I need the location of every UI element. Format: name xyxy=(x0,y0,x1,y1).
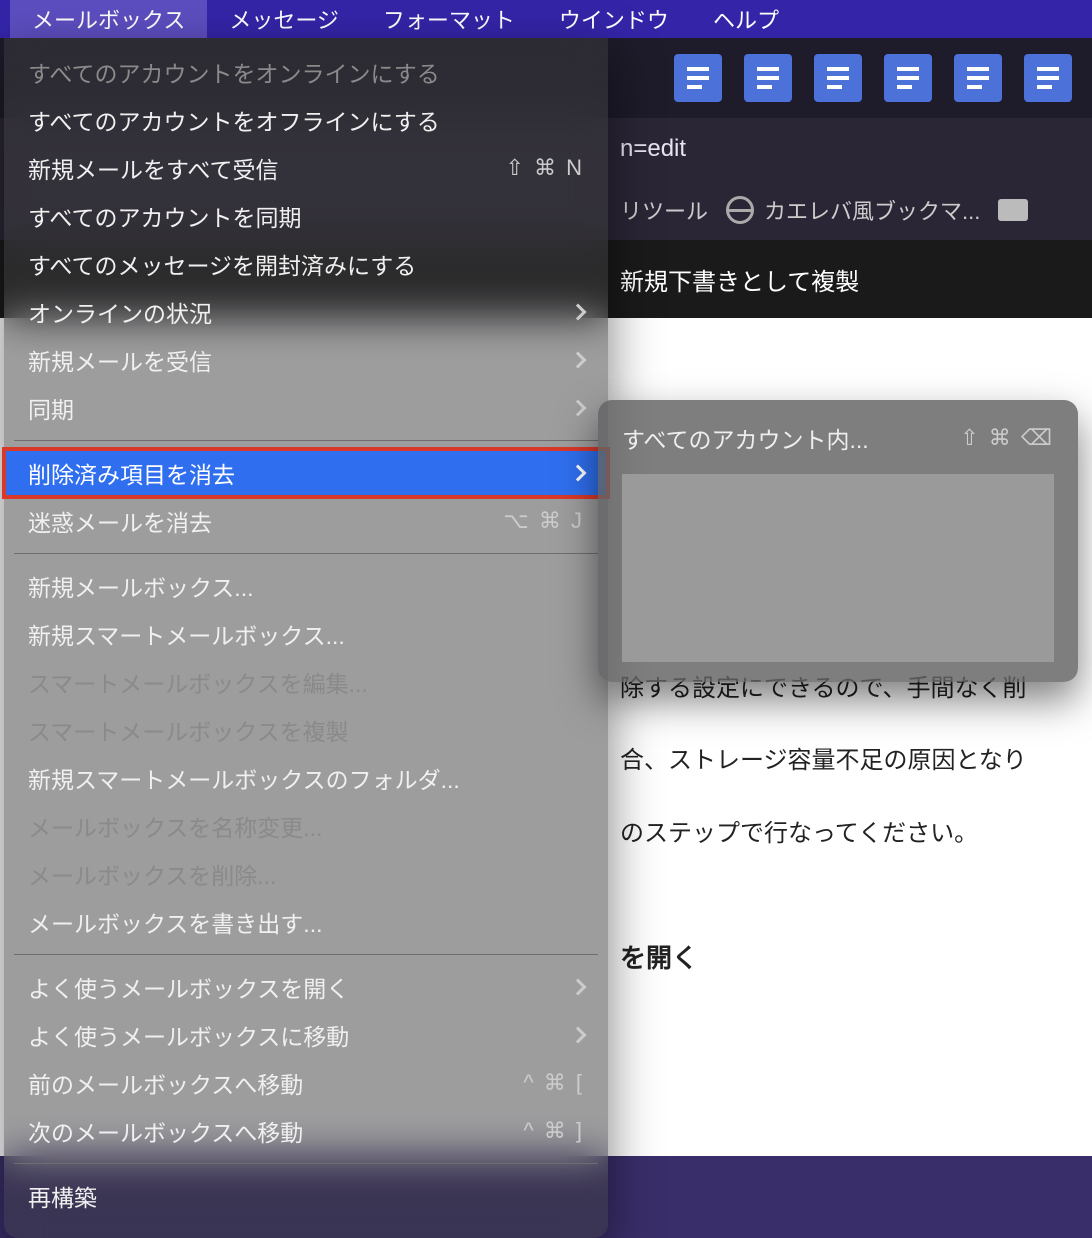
tab-icon[interactable] xyxy=(674,54,722,102)
menuitem-label: すべてのアカウント内... xyxy=(622,421,869,455)
menuitem[interactable]: 迷惑メールを消去 ⌥ ⌘ J xyxy=(4,497,608,545)
chevron-right-icon xyxy=(570,1027,587,1044)
menuitem[interactable]: すべてのアカウントをオフラインにする xyxy=(4,96,608,144)
submenu-all-accounts[interactable]: すべてのアカウント内... ⇧ ⌘ ⌫ xyxy=(598,414,1078,462)
menuitem-shortcut: ^ ⌘ [ xyxy=(523,1070,584,1096)
menuitem-label: 同期 xyxy=(28,391,74,425)
menu-separator xyxy=(14,440,598,441)
menuitem-label: すべてのメッセージを開封済みにする xyxy=(28,247,416,281)
bookmark-label: リツール xyxy=(620,194,708,226)
menuitem[interactable]: よく使うメールボックスを開く xyxy=(4,963,608,1011)
menu-help[interactable]: ヘルプ xyxy=(691,0,801,41)
bookmark-tool[interactable]: リツール xyxy=(620,194,708,226)
menuitem-label: メールボックスを書き出す... xyxy=(28,905,322,939)
menuitem-shortcut: ⇧ ⌘ N xyxy=(505,155,584,181)
menuitem-label: スマートメールボックスを複製 xyxy=(28,713,349,747)
menubar: メールボックス メッセージ フォーマット ウインドウ ヘルプ xyxy=(0,0,1092,38)
menuitem-label: メールボックスを削除... xyxy=(28,857,276,891)
page-title: 新規下書きとして複製 xyxy=(620,262,859,297)
menuitem[interactable]: オンラインの状況 xyxy=(4,288,608,336)
menuitem-label: 迷惑メールを消去 xyxy=(28,504,212,538)
menuitem[interactable]: 新規スマートメールボックスのフォルダ... xyxy=(4,754,608,802)
menuitem-label: 削除済み項目を消去 xyxy=(28,456,235,490)
menu-window[interactable]: ウインドウ xyxy=(537,0,691,41)
menuitem[interactable]: よく使うメールボックスに移動 xyxy=(4,1011,608,1059)
menuitem-label: よく使うメールボックスを開く xyxy=(28,970,349,1004)
menuitem: スマートメールボックスを編集... xyxy=(4,658,608,706)
content-heading: を開く xyxy=(620,925,1092,993)
bookmark-label: カエレバ風ブックマ... xyxy=(764,194,980,226)
chevron-right-icon xyxy=(570,400,587,417)
menuitem-label: 新規スマートメールボックス... xyxy=(28,617,345,651)
menuitem-shortcut: ⇧ ⌘ ⌫ xyxy=(960,425,1054,451)
menuitem[interactable]: 前のメールボックスへ移動 ^ ⌘ [ xyxy=(4,1059,608,1107)
url-fragment: n=edit xyxy=(620,135,686,163)
menuitem: メールボックスを削除... xyxy=(4,850,608,898)
menuitem-label: すべてのアカウントをオンラインにする xyxy=(28,55,440,89)
menu-separator xyxy=(14,1163,598,1164)
menuitem[interactable]: 再構築 xyxy=(4,1172,608,1220)
menuitem[interactable]: すべてのメッセージを開封済みにする xyxy=(4,240,608,288)
chevron-right-icon xyxy=(570,352,587,369)
bookmark-kaereba[interactable]: カエレバ風ブックマ... xyxy=(726,194,980,226)
tab-icon[interactable] xyxy=(814,54,862,102)
chevron-right-icon xyxy=(570,979,587,996)
menuitem-label: 新規メールを受信 xyxy=(28,343,212,377)
menuitem-label: 新規メールボックス... xyxy=(28,569,253,603)
menuitem: メールボックスを名称変更... xyxy=(4,802,608,850)
content-line: 合、ストレージ容量不足の原因となり xyxy=(620,730,1092,792)
menuitem-label: すべてのアカウントを同期 xyxy=(28,199,301,233)
tab-icon[interactable] xyxy=(954,54,1002,102)
menuitem[interactable]: 新規メールを受信 xyxy=(4,336,608,384)
content-line: のステップで行なってください。 xyxy=(620,803,1092,865)
menu-separator xyxy=(14,954,598,955)
globe-icon xyxy=(726,196,754,224)
chevron-right-icon xyxy=(570,465,587,482)
menuitem[interactable]: 新規メールボックス... xyxy=(4,562,608,610)
menuitem: すべてのアカウントをオンラインにする xyxy=(4,48,608,96)
menuitem-label: すべてのアカウントをオフラインにする xyxy=(28,103,440,137)
menuitem[interactable]: 新規メールをすべて受信 ⇧ ⌘ N xyxy=(4,144,608,192)
tab-icon[interactable] xyxy=(1024,54,1072,102)
menuitem[interactable]: 次のメールボックスへ移動 ^ ⌘ ] xyxy=(4,1107,608,1155)
menuitem-label: 新規メールをすべて受信 xyxy=(28,151,278,185)
menuitem-label: 新規スマートメールボックスのフォルダ... xyxy=(28,761,460,795)
menu-message[interactable]: メッセージ xyxy=(207,0,361,41)
menuitem[interactable]: 新規スマートメールボックス... xyxy=(4,610,608,658)
menuitem-label: よく使うメールボックスに移動 xyxy=(28,1018,349,1052)
menuitem-shortcut: ^ ⌘ ] xyxy=(523,1118,584,1144)
menuitem: スマートメールボックスを複製 xyxy=(4,706,608,754)
menu-mailbox[interactable]: メールボックス xyxy=(10,0,207,41)
menuitem-label: スマートメールボックスを編集... xyxy=(28,665,368,699)
menu-separator xyxy=(14,553,598,554)
menuitem-label: メールボックスを名称変更... xyxy=(28,809,322,843)
folder-icon xyxy=(998,199,1028,221)
menuitem[interactable]: 削除済み項目を消去 xyxy=(4,449,608,497)
tab-icon[interactable] xyxy=(884,54,932,102)
menuitem[interactable]: すべてのアカウントを同期 xyxy=(4,192,608,240)
tab-icon[interactable] xyxy=(744,54,792,102)
bookmark-folder[interactable] xyxy=(998,199,1028,221)
menuitem-label: 次のメールボックスへ移動 xyxy=(28,1114,303,1148)
menuitem[interactable]: メールボックスを書き出す... xyxy=(4,898,608,946)
chevron-right-icon xyxy=(570,304,587,321)
menuitem-label: 前のメールボックスへ移動 xyxy=(28,1066,303,1100)
mailbox-dropdown: すべてのアカウントをオンラインにするすべてのアカウントをオフラインにする新規メー… xyxy=(4,38,608,1238)
menuitem-shortcut: ⌥ ⌘ J xyxy=(503,508,584,534)
menuitem-label: 再構築 xyxy=(28,1179,97,1213)
submenu-preview xyxy=(622,474,1054,662)
menuitem[interactable]: 同期 xyxy=(4,384,608,432)
menuitem-label: オンラインの状況 xyxy=(28,295,212,329)
menu-format[interactable]: フォーマット xyxy=(361,0,537,41)
erase-deleted-submenu: すべてのアカウント内... ⇧ ⌘ ⌫ xyxy=(598,400,1078,682)
